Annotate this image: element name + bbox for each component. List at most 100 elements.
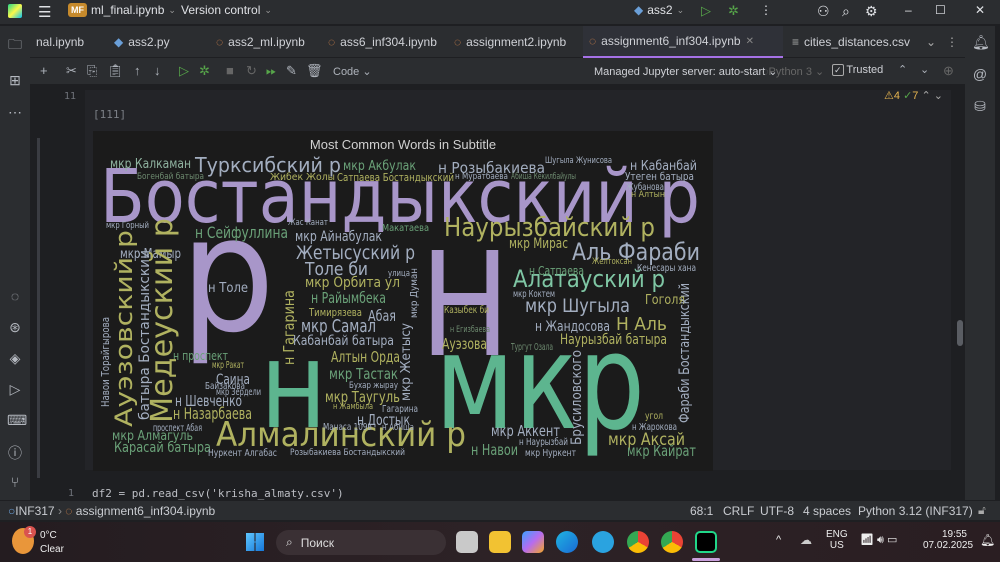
structure-icon[interactable]: ⊞ bbox=[7, 72, 23, 89]
python-packages-icon[interactable]: ⊛ bbox=[7, 319, 23, 336]
tab-assignment2[interactable]: ◌ assignment2.ipynb bbox=[448, 26, 572, 58]
cell-marker bbox=[37, 138, 40, 478]
word-cloud-word: батыра Бостандыкский bbox=[137, 250, 153, 420]
clear-outputs-icon[interactable]: ✎ bbox=[286, 63, 297, 79]
settings-gear-icon[interactable]: ⚙ bbox=[865, 3, 878, 20]
stop-icon[interactable]: ■ bbox=[226, 63, 234, 78]
chrome-profile-icon[interactable] bbox=[661, 531, 683, 553]
restart-icon[interactable]: ↻ bbox=[246, 63, 257, 79]
project-switcher[interactable]: MF ml_final.ipynb ⌄ bbox=[68, 3, 176, 17]
trusted-checkbox[interactable]: ✓ Trusted bbox=[832, 64, 883, 76]
code-line[interactable]: df2 = pd.read_csv('krisha_almaty.csv') bbox=[92, 487, 344, 500]
word-cloud-word: н Муратбаева bbox=[455, 172, 508, 182]
temperature: 0°C bbox=[40, 530, 57, 541]
add-cell-icon[interactable]: + bbox=[40, 63, 48, 78]
word-cloud-word: Богенбай батыра bbox=[137, 172, 204, 182]
cut-icon[interactable]: ✂ bbox=[66, 63, 77, 79]
interpreter-selector[interactable]: Python 3.12 (INF317) bbox=[858, 504, 973, 518]
notifications-bell-icon[interactable]: 🔔︎ bbox=[972, 34, 990, 51]
run-config-label: ass2 bbox=[647, 3, 673, 17]
minimize-button[interactable]: – bbox=[905, 3, 912, 17]
file-explorer-icon[interactable] bbox=[489, 531, 511, 553]
network-volume-battery-icons[interactable]: 📶︎ 🔊︎ ▭ bbox=[860, 533, 897, 547]
tab-assignment6-inf304[interactable]: ◌ assignment6_inf304.ipynb ✕ bbox=[583, 26, 783, 58]
debug-icon[interactable]: ✲ bbox=[728, 3, 739, 19]
tab-ass2-py[interactable]: ◆ ass2.py bbox=[108, 26, 176, 58]
close-window-button[interactable]: ✕ bbox=[975, 3, 985, 17]
word-cloud-word: н Жарокова bbox=[632, 422, 677, 433]
cloud-icon[interactable]: ☁ bbox=[800, 533, 812, 547]
clock[interactable]: 19:55 07.02.2025 bbox=[923, 529, 973, 551]
tab-ml-final[interactable]: nal.ipynb bbox=[30, 26, 90, 58]
vertical-scrollbar[interactable] bbox=[957, 320, 963, 346]
ai-assistant-icon[interactable]: @ bbox=[972, 66, 988, 82]
project-folder-icon[interactable]: 🗀 bbox=[7, 34, 23, 58]
search-icon[interactable]: ⌕ bbox=[842, 3, 850, 20]
vcs-menu[interactable]: Version control ⌄ bbox=[181, 3, 272, 17]
cell-type-dropdown[interactable]: Code ⌄ bbox=[333, 65, 372, 78]
chrome-icon[interactable] bbox=[627, 531, 649, 553]
chevron-down-icon: ⌄ bbox=[168, 4, 176, 15]
word-cloud-word: Утеген батыра bbox=[625, 170, 694, 183]
terminal-icon[interactable]: ⌨ bbox=[7, 412, 27, 429]
word-cloud-word: Манаса 109а bbox=[323, 422, 372, 433]
run-icon[interactable]: ▷ bbox=[701, 3, 711, 19]
move-up-icon[interactable]: ↑ bbox=[134, 63, 141, 78]
file-encoding[interactable]: UTF-8 bbox=[760, 504, 794, 518]
tab-ass6-inf304[interactable]: ◌ ass6_inf304.ipynb bbox=[322, 26, 443, 58]
inspection-widget[interactable]: ⚠4 ✓7 ⌃ ⌄ bbox=[884, 89, 943, 102]
main-menu-icon[interactable]: ☰ bbox=[38, 3, 51, 21]
copilot-icon[interactable] bbox=[522, 531, 544, 553]
windows-start-icon[interactable] bbox=[246, 533, 264, 551]
kernel-dropdown[interactable]: ◌Python 3 ⌄ bbox=[762, 65, 824, 78]
database-icon[interactable]: ⛁ bbox=[972, 98, 988, 115]
tabs-dropdown-icon[interactable]: ⌄ bbox=[920, 26, 942, 58]
task-view-icon[interactable] bbox=[456, 531, 478, 553]
run-config-selector[interactable]: ◆ ass2 ⌄ bbox=[634, 3, 684, 17]
telegram-icon[interactable] bbox=[592, 531, 614, 553]
globe-icon[interactable]: ⊕ bbox=[943, 63, 954, 79]
caret-position[interactable]: 68:1 bbox=[690, 504, 713, 518]
problems-icon[interactable]: ⓘ bbox=[7, 443, 23, 463]
language-indicator[interactable]: ENG US bbox=[826, 529, 848, 551]
prev-cell-icon[interactable]: ⌃ bbox=[898, 63, 907, 76]
copy-icon[interactable]: ⎘ bbox=[87, 63, 97, 79]
execution-count: [111] bbox=[93, 108, 127, 121]
word-cloud-word: н Назарбаева bbox=[173, 404, 252, 423]
debug-cell-icon[interactable]: ✲ bbox=[199, 63, 210, 79]
git-icon[interactable]: ⑂ bbox=[7, 474, 23, 490]
move-down-icon[interactable]: ↓ bbox=[154, 63, 161, 78]
add-user-icon[interactable]: ⚇ bbox=[817, 3, 830, 20]
next-cell-icon[interactable]: ⌄ bbox=[920, 63, 929, 76]
edge-icon[interactable] bbox=[556, 531, 578, 553]
jupyter-icon: ◌ bbox=[216, 35, 224, 49]
delete-icon[interactable]: 🗑︎ bbox=[306, 63, 323, 79]
left-tool-strip: 🗀 ⊞ ⋯ ◌ ⊛ ◈ ▷ ⌨ ⓘ ⑂ bbox=[0, 26, 30, 500]
more-icon[interactable]: ⋮ bbox=[760, 3, 772, 17]
word-cloud-word: Кенесары хана bbox=[637, 263, 696, 274]
taskbar-search[interactable]: ⌕ Поиск bbox=[276, 530, 446, 555]
services-icon[interactable]: ▷ bbox=[7, 381, 23, 398]
tab-cities-distances[interactable]: ≡ cities_distances.csv bbox=[786, 26, 916, 58]
tabs-more-icon[interactable]: ⋮ bbox=[940, 26, 964, 58]
close-tab-icon[interactable]: ✕ bbox=[746, 36, 754, 47]
pycharm-taskbar-icon[interactable] bbox=[695, 531, 717, 553]
maximize-button[interactable]: ☐ bbox=[935, 3, 946, 17]
word-cloud-word: н Наурызбай bbox=[519, 437, 568, 448]
more-tools-icon[interactable]: ⋯ bbox=[7, 104, 23, 121]
notification-center-icon[interactable]: 🔔︎ bbox=[980, 533, 995, 547]
layers-icon[interactable]: ◈ bbox=[7, 350, 23, 367]
breadcrumb[interactable]: ○INF317 › ◌ assignment6_inf304.ipynb bbox=[8, 504, 215, 518]
python-console-icon[interactable]: ◌ bbox=[7, 288, 23, 304]
paste-icon[interactable]: 📋︎ bbox=[107, 63, 124, 79]
run-all-icon[interactable]: ⏩︎ bbox=[266, 63, 276, 79]
lock-icon[interactable]: 🔓︎ bbox=[978, 503, 986, 518]
run-cell-icon[interactable]: ▷ bbox=[179, 63, 189, 79]
indent-setting[interactable]: 4 spaces bbox=[803, 504, 851, 518]
jupyter-server-dropdown[interactable]: Managed Jupyter server: auto-start ⌄ bbox=[594, 65, 777, 78]
tab-ass2-ml[interactable]: ◌ ass2_ml.ipynb bbox=[210, 26, 311, 58]
line-separator[interactable]: CRLF bbox=[723, 504, 754, 518]
word-cloud-word: Жас Канат bbox=[288, 218, 328, 228]
show-hidden-icons[interactable]: ^ bbox=[776, 534, 781, 546]
word-cloud-word: Навои Торайгырова bbox=[99, 317, 112, 407]
